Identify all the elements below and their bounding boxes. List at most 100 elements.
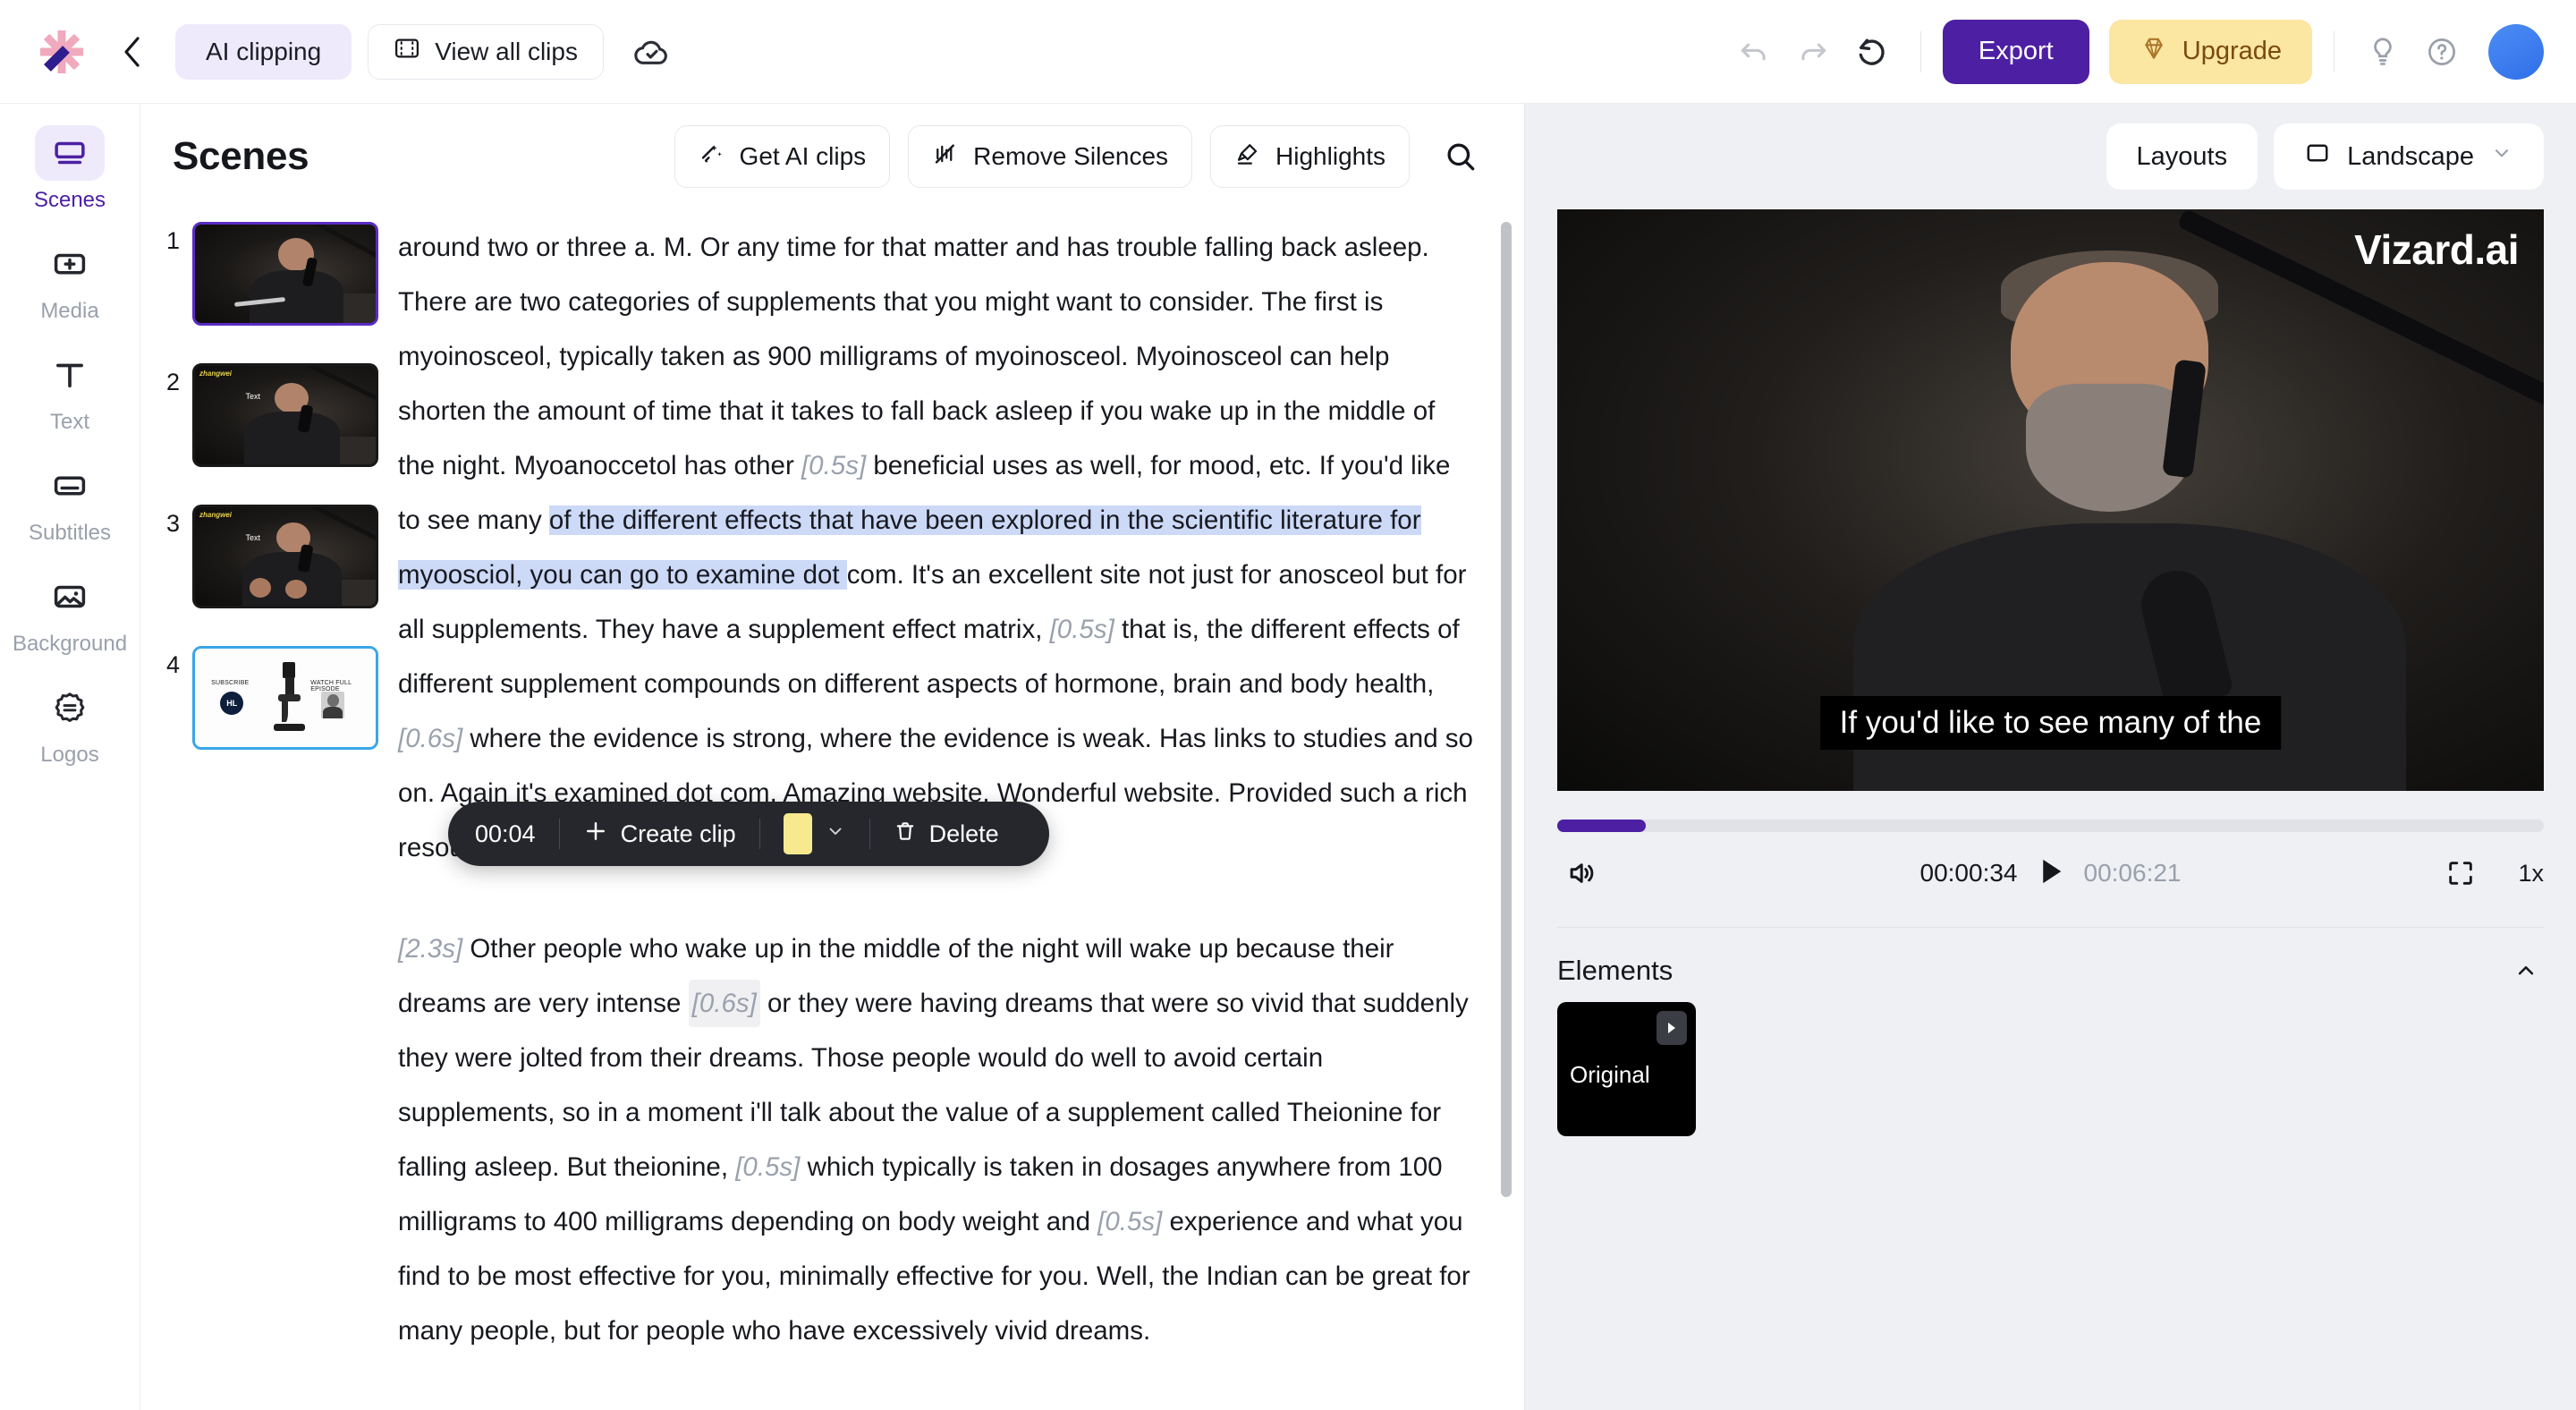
player-controls: 00:00:34 00:06:21 1x — [1557, 832, 2544, 914]
scene-number: 4 — [165, 651, 180, 678]
lightbulb-icon[interactable] — [2356, 25, 2410, 79]
search-icon[interactable] — [1433, 129, 1488, 184]
page-title: Scenes — [173, 134, 309, 178]
gap-marker-hovered[interactable]: [0.6s] — [688, 980, 760, 1027]
layouts-button[interactable]: Layouts — [2106, 123, 2258, 190]
play-icon[interactable] — [1657, 1011, 1687, 1045]
question-circle-icon[interactable] — [2415, 25, 2469, 79]
highlights-button[interactable]: Highlights — [1210, 125, 1410, 188]
logo-badge-icon — [35, 680, 105, 735]
sidebar-item-scenes[interactable]: Scenes — [13, 125, 127, 213]
vizard-logo[interactable] — [27, 17, 97, 87]
preview-panel: Layouts Landscape Vizard.ai If you'd lik… — [1525, 104, 2576, 1410]
scenes-panel-actions: Get AI clips Remove Silences Highlights — [674, 125, 1488, 188]
gap-marker[interactable]: [0.6s] — [398, 724, 462, 753]
highlight-color-picker[interactable] — [760, 813, 869, 854]
transcript-paragraph[interactable]: [0.8s] Those excessively vivid dreams ca… — [398, 1405, 1476, 1410]
sidebar-label-logos: Logos — [40, 743, 99, 767]
highlights-label: Highlights — [1275, 142, 1385, 170]
create-clip-button[interactable]: Create clip — [560, 819, 759, 850]
subtitles-icon — [35, 458, 105, 514]
get-ai-clips-button[interactable]: Get AI clips — [674, 125, 891, 188]
transcript-text: around two or three a. M. Or any time fo… — [398, 233, 1436, 480]
element-name: Original — [1570, 1061, 1650, 1088]
scene-item[interactable]: 2 zhangwei Text — [140, 363, 382, 505]
sidebar-item-subtitles[interactable]: Subtitles — [13, 458, 127, 546]
back-button[interactable] — [109, 29, 156, 75]
top-toolbar-right: Export Upgrade — [1727, 19, 2544, 84]
gap-marker[interactable]: [0.5s] — [801, 451, 866, 480]
gap-marker[interactable]: [0.5s] — [1097, 1207, 1162, 1236]
scene-item[interactable]: 4 SUBSCRIBE HL WATCH FULL EPISODE — [140, 646, 382, 787]
sidebar-item-text[interactable]: Text — [13, 347, 127, 435]
elements-section-header: Elements — [1557, 927, 2544, 995]
elements-title: Elements — [1557, 954, 1674, 986]
view-all-clips-button[interactable]: View all clips — [368, 23, 604, 80]
thumb-slide: SUBSCRIBE HL WATCH FULL EPISODE — [195, 649, 376, 747]
view-all-clips-label: View all clips — [435, 37, 578, 65]
remove-silences-button[interactable]: Remove Silences — [908, 125, 1193, 188]
scenes-icon — [35, 125, 105, 181]
gap-marker[interactable]: [2.3s] — [398, 934, 462, 964]
thumb-badge: zhangwei — [199, 511, 233, 519]
video-caption: If you'd like to see many of the — [1819, 696, 2282, 750]
left-sidebar: Scenes Media Text Subtitles Background L… — [0, 104, 140, 1410]
scene-thumbnail[interactable]: zhangwei Text — [192, 505, 378, 608]
sidebar-label-media: Media — [40, 299, 99, 323]
mode-ai-clipping[interactable]: AI clipping — [175, 23, 352, 80]
chevron-down-icon — [2490, 141, 2513, 172]
sidebar-item-logos[interactable]: Logos — [13, 680, 127, 768]
aspect-ratio-label: Landscape — [2347, 141, 2474, 171]
history-icon[interactable] — [1845, 25, 1899, 79]
fullscreen-icon[interactable] — [2436, 848, 2486, 898]
transcript-scrollbar[interactable] — [1501, 222, 1512, 1197]
user-avatar[interactable] — [2488, 23, 2544, 80]
landscape-frame-icon — [2304, 140, 2331, 174]
scene-item[interactable]: 3 zhangwei Text — [140, 505, 382, 646]
scene-thumbnail[interactable] — [192, 222, 378, 326]
text-t-icon — [35, 347, 105, 403]
selection-toolbar: 00:04 Create clip Delete — [448, 802, 1049, 866]
transcript-paragraph[interactable]: [2.3s] Other people who wake up in the m… — [398, 922, 1476, 1358]
total-time: 00:06:21 — [2083, 859, 2182, 887]
scene-thumbnail[interactable]: zhangwei Text — [192, 363, 378, 467]
get-ai-clips-label: Get AI clips — [739, 142, 867, 170]
create-clip-label: Create clip — [620, 820, 736, 847]
gap-marker[interactable]: [0.5s] — [735, 1152, 800, 1182]
sidebar-label-background: Background — [12, 632, 128, 656]
upgrade-button[interactable]: Upgrade — [2108, 19, 2312, 84]
thumb-image — [195, 507, 376, 606]
play-icon[interactable] — [2038, 856, 2064, 891]
export-button[interactable]: Export — [1942, 19, 2089, 84]
current-time: 00:00:34 — [1919, 859, 2018, 887]
scene-thumbnail[interactable]: SUBSCRIBE HL WATCH FULL EPISODE — [192, 646, 378, 750]
mode-label: AI clipping — [206, 37, 322, 65]
volume-icon[interactable] — [1557, 848, 1607, 898]
gap-marker[interactable]: [0.5s] — [1050, 615, 1114, 644]
transcript-paragraph[interactable]: around two or three a. M. Or any time fo… — [398, 220, 1476, 875]
thumb-overlay-text: Text — [245, 532, 261, 542]
chevron-up-icon[interactable] — [2508, 953, 2544, 989]
slide-badge: HL — [220, 692, 244, 716]
trash-icon — [894, 820, 917, 849]
scenes-content: 1 2 zhangwei Text 3 zhangwei Text 4 SUBS… — [140, 209, 1524, 1410]
delete-button[interactable]: Delete — [870, 820, 1022, 849]
preview-toolbar: Layouts Landscape — [1525, 104, 2576, 209]
chevron-down-icon — [825, 820, 846, 848]
video-preview[interactable]: Vizard.ai If you'd like to see many of t… — [1557, 209, 2544, 791]
color-swatch[interactable] — [783, 813, 812, 854]
aspect-ratio-select[interactable]: Landscape — [2274, 123, 2544, 190]
scene-item[interactable]: 1 — [140, 222, 382, 363]
undo-icon[interactable] — [1727, 25, 1781, 79]
video-progress-bar[interactable] — [1557, 820, 2544, 832]
slide-face — [321, 692, 345, 719]
playback-speed-button[interactable]: 1x — [2518, 860, 2544, 888]
sidebar-item-background[interactable]: Background — [13, 569, 127, 657]
element-card[interactable]: Original — [1557, 1002, 1696, 1136]
thumb-overlay-text: Text — [245, 391, 261, 401]
selection-duration: 00:04 — [475, 820, 536, 847]
slide-left-label: SUBSCRIBE — [211, 680, 250, 687]
redo-icon[interactable] — [1786, 25, 1840, 79]
cloud-check-icon[interactable] — [627, 27, 677, 77]
sidebar-item-media[interactable]: Media — [13, 236, 127, 324]
